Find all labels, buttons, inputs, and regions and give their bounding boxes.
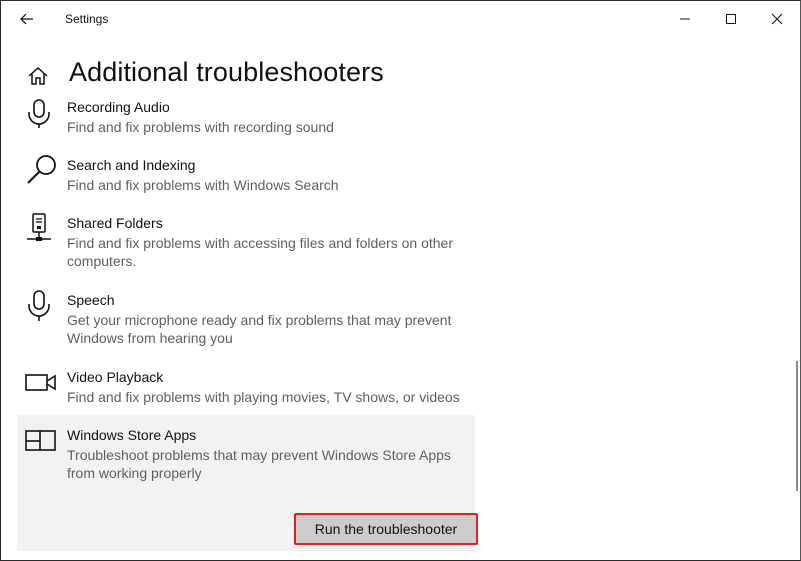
store-apps-icon	[25, 430, 56, 451]
troubleshooter-name: Search and Indexing	[67, 157, 196, 173]
troubleshooter-description: Find and fix problems with recording sou…	[67, 119, 334, 135]
app-title: Settings	[65, 12, 109, 26]
close-button[interactable]	[754, 1, 800, 37]
troubleshooter-description: Find and fix problems with playing movie…	[67, 389, 460, 405]
home-icon[interactable]	[27, 65, 49, 87]
troubleshooter-name: Speech	[67, 292, 115, 308]
minimize-icon	[680, 18, 690, 20]
troubleshooter-description: Troubleshoot problems that may prevent W…	[67, 447, 451, 481]
search-icon	[27, 155, 56, 184]
scrollbar[interactable]	[796, 361, 798, 491]
microphone-icon	[28, 99, 50, 128]
settings-window: Settings Additional troubleshooters Reco…	[0, 0, 801, 561]
troubleshooter-name: Shared Folders	[67, 215, 163, 231]
troubleshooter-name: Recording Audio	[67, 99, 170, 115]
page-title: Additional troubleshooters	[69, 57, 384, 87]
troubleshooter-name: Windows Store Apps	[67, 427, 197, 443]
maximize-icon	[726, 14, 736, 24]
troubleshooter-name: Video Playback	[67, 369, 164, 385]
troubleshooter-speech[interactable]: Speech Get your microphone ready and fix…	[17, 290, 475, 360]
maximize-button[interactable]	[708, 1, 754, 37]
back-button[interactable]	[9, 5, 45, 33]
close-icon	[771, 13, 783, 25]
troubleshooter-video-playback[interactable]: Video Playback Find and fix problems wit…	[17, 367, 475, 419]
shared-folders-icon	[27, 213, 51, 241]
troubleshooter-description: Find and fix problems with accessing fil…	[67, 235, 453, 269]
troubleshooter-description: Find and fix problems with Windows Searc…	[67, 177, 339, 193]
back-arrow-icon	[20, 13, 33, 25]
run-troubleshooter-button[interactable]: Run the troubleshooter	[294, 513, 478, 545]
troubleshooter-description: Get your microphone ready and fix proble…	[67, 312, 452, 346]
troubleshooter-recording-audio[interactable]: Recording Audio Find and fix problems wi…	[17, 97, 475, 149]
minimize-button[interactable]	[662, 1, 708, 37]
troubleshooter-windows-store-apps[interactable]: Windows Store Apps Troubleshoot problems…	[17, 415, 478, 551]
troubleshooter-search-indexing[interactable]: Search and Indexing Find and fix problem…	[17, 155, 475, 207]
microphone-icon	[28, 290, 50, 321]
title-bar: Settings	[1, 1, 800, 38]
video-camera-icon	[25, 374, 56, 391]
troubleshooter-shared-folders[interactable]: Shared Folders Find and fix problems wit…	[17, 213, 475, 283]
